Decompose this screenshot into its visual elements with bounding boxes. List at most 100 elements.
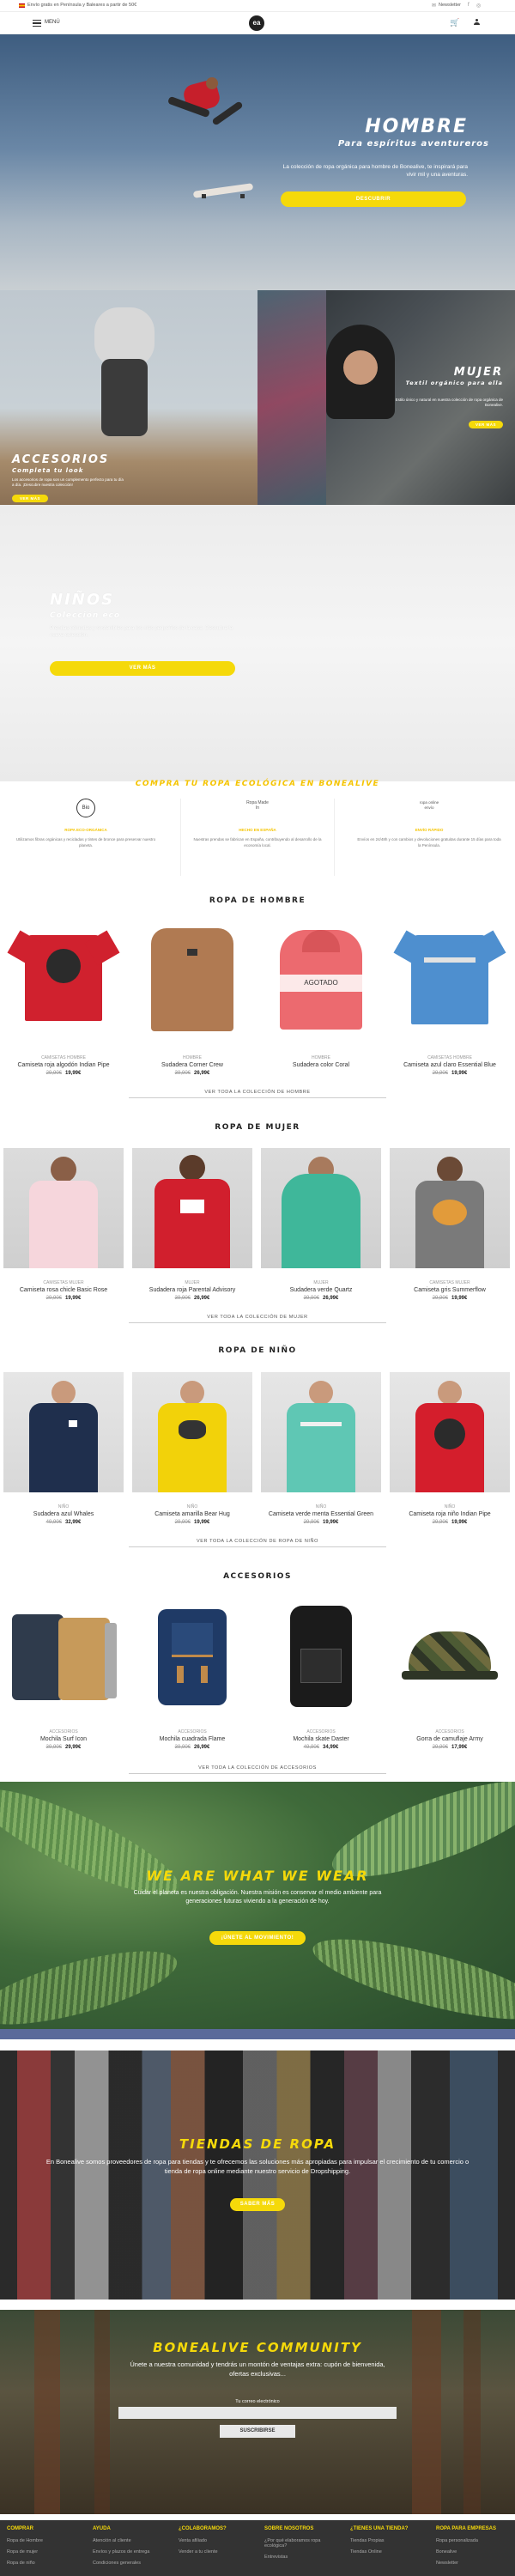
- product-name[interactable]: Mochila cuadrada Flame: [132, 1736, 252, 1742]
- banner-accesorios[interactable]: ACCESORIOS Completa tu look Los accesori…: [0, 290, 258, 505]
- product-image[interactable]: [390, 1597, 510, 1717]
- product-image[interactable]: [390, 923, 510, 1043]
- fern-leaf: [0, 1935, 184, 2039]
- product-image[interactable]: [261, 1597, 381, 1717]
- instagram-icon[interactable]: ◎: [476, 3, 481, 9]
- footer-link[interactable]: ¿Por qué elaboramos ropa ecológica?: [264, 2538, 342, 2549]
- product-image[interactable]: [390, 1148, 510, 1268]
- product-name[interactable]: Camiseta roja algodón Indian Pipe: [3, 1062, 124, 1068]
- product-card[interactable]: MUJER Sudadera roja Parental Advisory 39…: [132, 1148, 252, 1301]
- footer-link[interactable]: Tiendas Online: [350, 2549, 427, 2555]
- product-image[interactable]: [261, 1148, 381, 1268]
- footer-link[interactable]: Vender a tu cliente: [179, 2549, 256, 2555]
- product-image[interactable]: [132, 923, 252, 1043]
- footer-link[interactable]: Atención al cliente: [93, 2538, 170, 2543]
- logo[interactable]: ea: [249, 15, 264, 31]
- email-field[interactable]: [118, 2407, 397, 2419]
- footer-link[interactable]: Envíos y plazos de entrega: [93, 2549, 170, 2555]
- product-card[interactable]: NIÑO Camiseta roja niño Indian Pipe 29,9…: [390, 1372, 510, 1525]
- product-card[interactable]: CAMISETAS MUJER Camiseta rosa chicle Bas…: [3, 1148, 124, 1301]
- footer-link[interactable]: Ropa de niño: [7, 2561, 84, 2566]
- product-name[interactable]: Camiseta verde menta Essential Green: [261, 1511, 381, 1517]
- discover-button[interactable]: DESCUBRIR: [281, 191, 466, 207]
- product-name[interactable]: Camiseta gris Summerflow: [390, 1287, 510, 1293]
- product-name[interactable]: Mochila skate Daster: [261, 1736, 381, 1742]
- skater-figure: [167, 77, 245, 129]
- product-image[interactable]: [3, 923, 124, 1043]
- product-image[interactable]: [3, 1372, 124, 1492]
- see-all-accesorios-link[interactable]: VER TODA LA COLECCIÓN DE ACCESORIOS: [129, 1765, 386, 1774]
- product-name[interactable]: Camiseta rosa chicle Basic Rose: [3, 1287, 124, 1293]
- product-image[interactable]: [3, 1148, 124, 1268]
- newsletter-link[interactable]: Newsletter: [439, 3, 461, 8]
- see-all-mujer-link[interactable]: VER TODA LA COLECCIÓN DE MUJER: [129, 1315, 386, 1323]
- accesorios-button[interactable]: VER MÁS: [12, 495, 48, 502]
- product-image[interactable]: [132, 1372, 252, 1492]
- hamburger-icon[interactable]: [33, 20, 41, 27]
- footer-link[interactable]: Ropa de mujer: [7, 2549, 84, 2555]
- footer-link[interactable]: Venta afiliado: [179, 2538, 256, 2543]
- product-card[interactable]: CAMISETAS HOMBRE Camiseta azul claro Ess…: [390, 923, 510, 1076]
- product-image[interactable]: [3, 1597, 124, 1717]
- footer-column-comprar: COMPRAR Ropa de Hombre Ropa de mujer Rop…: [7, 2526, 84, 2572]
- product-card[interactable]: ACCESORIOS Mochila Surf Icon 39,90€ 29,99…: [3, 1597, 124, 1750]
- product-name[interactable]: Gorra de camuflaje Army: [390, 1736, 510, 1742]
- product-card[interactable]: ACCESORIOS Mochila skate Daster 49,90€ 34…: [261, 1597, 381, 1750]
- product-card[interactable]: AGOTADO HOMBRE Sudadera color Coral: [261, 923, 381, 1076]
- footer-link[interactable]: Bonealive: [436, 2549, 513, 2555]
- product-card[interactable]: CAMISETAS MUJER Camiseta gris Summerflow…: [390, 1148, 510, 1301]
- join-movement-button[interactable]: ¡ÚNETE AL MOVIMIENTO!: [209, 1931, 306, 1945]
- learn-more-button[interactable]: SABER MÁS: [230, 2198, 285, 2211]
- banner-mujer[interactable]: MUJER Textil orgánico para ella Estilo ú…: [258, 290, 515, 505]
- product-name[interactable]: Camiseta azul claro Essential Blue: [390, 1062, 510, 1068]
- subscribe-button[interactable]: SUSCRIBIRSE: [220, 2425, 295, 2438]
- product-card[interactable]: MUJER Sudadera verde Quartz 39,90€ 26,99€: [261, 1148, 381, 1301]
- product-name[interactable]: Sudadera color Coral: [261, 1062, 381, 1068]
- product-card[interactable]: CAMISETAS HOMBRE Camiseta roja algodón I…: [3, 923, 124, 1076]
- banner-ninos[interactable]: NIÑOS Colección eco Prendas cómodas y so…: [0, 505, 515, 781]
- product-card[interactable]: ACCESORIOS Mochila cuadrada Flame 39,90€…: [132, 1597, 252, 1750]
- product-name[interactable]: Sudadera Corner Crew: [132, 1062, 252, 1068]
- product-name[interactable]: Sudadera azul Whales: [3, 1511, 124, 1517]
- footer-link[interactable]: Tiendas Propias: [350, 2538, 427, 2543]
- footer-link[interactable]: Newsletter: [436, 2561, 513, 2566]
- product-image[interactable]: [390, 1372, 510, 1492]
- product-name[interactable]: Mochila Surf Icon: [3, 1736, 124, 1742]
- tiendas-text: En Bonealive somos proveedores de ropa p…: [45, 2158, 470, 2175]
- facebook-icon[interactable]: f: [468, 3, 470, 8]
- product-card[interactable]: ACCESORIOS Gorra de camuflaje Army 29,90…: [390, 1597, 510, 1750]
- product-card[interactable]: NIÑO Camiseta verde menta Essential Gree…: [261, 1372, 381, 1525]
- feature-text: Nuestras prendas se fabrican en España, …: [193, 837, 322, 848]
- product-image[interactable]: [132, 1148, 252, 1268]
- product-card[interactable]: NIÑO Sudadera azul Whales 49,90€ 32,99€: [3, 1372, 124, 1525]
- product-image[interactable]: [132, 1597, 252, 1717]
- footer-link[interactable]: Entrevistas: [264, 2555, 342, 2560]
- footer-link[interactable]: Ropa personalizada: [436, 2538, 513, 2543]
- see-all-nino-link[interactable]: VER TODA LA COLECCIÓN DE ROPA DE NIÑO: [129, 1539, 386, 1547]
- menu-label[interactable]: MENÚ: [45, 20, 60, 25]
- accesorios-text: Los accesorios de ropa son un complement…: [12, 477, 124, 487]
- see-all-hombre-link[interactable]: VER TODA LA COLECCIÓN DE HOMBRE: [129, 1090, 386, 1098]
- hero-hombre-text: La colección de ropa orgánica para hombr…: [282, 164, 468, 178]
- product-name[interactable]: Sudadera verde Quartz: [261, 1287, 381, 1293]
- eco-feature-2: Ropa Made In HECHO EN ESPAÑA Nuestras pr…: [180, 799, 335, 876]
- ninos-button[interactable]: VER MÁS: [50, 661, 235, 676]
- newsletter-icon[interactable]: ✉: [432, 3, 436, 9]
- shipping-text: Envío gratis en Península y Baleares a p…: [27, 3, 137, 8]
- product-image[interactable]: [261, 1372, 381, 1492]
- product-image[interactable]: AGOTADO: [261, 923, 381, 1043]
- user-icon[interactable]: [474, 19, 480, 25]
- product-price: 29,90€ 19,99€: [432, 1071, 468, 1076]
- cart-icon[interactable]: 🛒: [450, 18, 459, 27]
- feature-heading: HECHO EN ESPAÑA: [239, 828, 276, 832]
- product-brand: CAMISETAS HOMBRE: [427, 1055, 472, 1060]
- product-price: 39,90€ 26,99€: [303, 1296, 339, 1301]
- product-name[interactable]: Camiseta amarilla Bear Hug: [132, 1511, 252, 1517]
- mujer-button[interactable]: VER MÁS: [469, 421, 503, 428]
- footer-link[interactable]: Condiciones generales: [93, 2561, 170, 2566]
- footer-link[interactable]: Ropa de Hombre: [7, 2538, 84, 2543]
- product-name[interactable]: Camiseta roja niño Indian Pipe: [390, 1511, 510, 1517]
- product-name[interactable]: Sudadera roja Parental Advisory: [132, 1287, 252, 1293]
- product-card[interactable]: NIÑO Camiseta amarilla Bear Hug 29,90€ 19…: [132, 1372, 252, 1525]
- product-card[interactable]: HOMBRE Sudadera Corner Crew 39,90€ 26,99€: [132, 923, 252, 1076]
